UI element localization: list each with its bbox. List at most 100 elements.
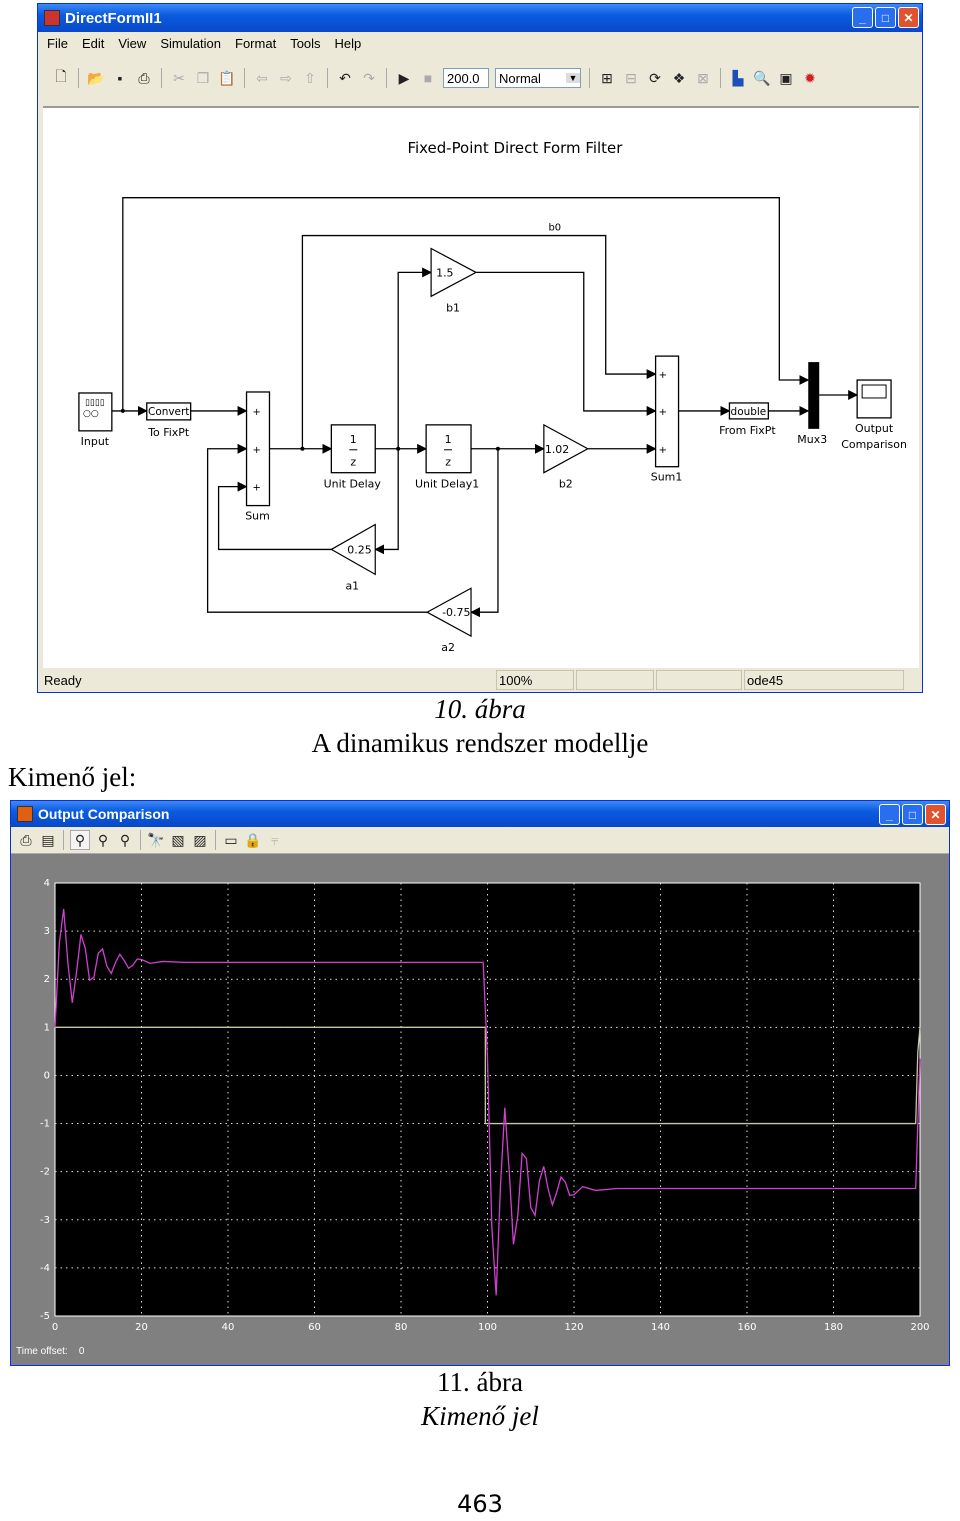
play-icon[interactable]: ▶ [395, 69, 413, 87]
menu-help[interactable]: Help [335, 36, 362, 51]
delay-numerator: 1 [445, 433, 452, 446]
menu-simulation[interactable]: Simulation [160, 36, 221, 51]
menu-format[interactable]: Format [235, 36, 276, 51]
x-tick-label: 0 [52, 1322, 58, 1333]
y-tick-label: 3 [44, 926, 50, 937]
document-page: DirectFormII1 _ □ ✕ File Edit View Simul… [0, 0, 960, 1521]
figure-11-number: 11. ábra [437, 1367, 523, 1397]
y-tick-label: 2 [44, 974, 50, 985]
sum-block[interactable]: + + + Sum [245, 391, 271, 523]
plot-area [54, 882, 921, 1317]
window-title: DirectFormII1 [65, 9, 162, 27]
refresh-icon[interactable]: ⟳ [646, 69, 664, 87]
y-tick-label: -1 [40, 1119, 50, 1130]
scope-label: Output [855, 422, 894, 435]
update-icon[interactable]: ⊟ [622, 69, 640, 87]
menu-bar: File Edit View Simulation Format Tools H… [38, 32, 922, 54]
cut-icon[interactable]: ✂ [170, 69, 188, 87]
close-button[interactable]: ✕ [898, 7, 919, 28]
time-offset-label: Time offset: [16, 1346, 68, 1357]
status-solver: ode45 [744, 670, 904, 690]
b1-label: b1 [446, 301, 460, 314]
input-block[interactable]: ▯▯▯▯○○ Input [78, 392, 113, 448]
print-icon[interactable]: ⎙ [135, 69, 153, 87]
time-offset: Time offset: 0 [16, 1346, 84, 1357]
stop-time-input[interactable]: 200.0 [443, 68, 489, 88]
delay-denominator: z [350, 456, 356, 469]
a2-gain-block[interactable]: -0.75 a2 [425, 587, 472, 654]
mux3-block[interactable]: Mux3 [797, 362, 827, 446]
convert-text: Convert [148, 406, 189, 418]
delay-denominator: z [445, 456, 451, 469]
convert-label: To FixPt [147, 426, 190, 439]
simulink-window: DirectFormII1 _ □ ✕ File Edit View Simul… [37, 3, 923, 693]
up-icon[interactable]: ⇧ [301, 69, 319, 87]
model-canvas[interactable]: Fixed-Point Direct Form Filter ▯▯▯▯ ○○ I… [43, 106, 919, 668]
unit-delay1-block[interactable]: 1 z Unit Delay1 [415, 424, 479, 491]
status-bar: Ready 100% ode45 [41, 670, 919, 690]
delay-numerator: 1 [350, 433, 357, 446]
new-icon[interactable]: 🗋 [52, 68, 70, 87]
convert-block[interactable]: Convert To FixPt [146, 402, 192, 439]
paste-icon[interactable]: 📋 [218, 69, 236, 87]
chevron-down-icon: ▼ [566, 73, 580, 83]
b2-value: 1.02 [545, 443, 569, 456]
debugger-icon[interactable]: ✹ [801, 69, 819, 87]
save-icon[interactable]: ▪ [111, 69, 129, 87]
forward-icon[interactable]: ⇨ [277, 69, 295, 87]
minimize-button[interactable]: _ [852, 7, 873, 28]
figure-11-caption: Kimenő jel [421, 1401, 539, 1431]
copy-icon[interactable]: ❐ [194, 69, 212, 87]
menu-view[interactable]: View [118, 36, 146, 51]
toolbar: 🗋 📂 ▪ ⎙ ✂ ❐ 📋 ⇦ ⇨ ⇧ ↶ ↷ ▶ ■ 200.0 Normal… [38, 60, 922, 96]
unit-delay-block[interactable]: 1 z Unit Delay [324, 424, 382, 491]
from-fixpt-block[interactable]: double From FixPt [719, 402, 776, 437]
back-icon[interactable]: ⇦ [253, 69, 271, 87]
menu-tools[interactable]: Tools [290, 36, 320, 51]
open-icon[interactable]: 📂 [87, 69, 105, 87]
y-tick-label: 4 [44, 878, 50, 889]
unit-delay-label: Unit Delay [324, 478, 382, 491]
redo-icon[interactable]: ↷ [360, 69, 378, 87]
menu-file[interactable]: File [47, 36, 68, 51]
time-offset-value: 0 [78, 1346, 85, 1357]
plus-sign: + [659, 370, 667, 381]
simulation-mode-select[interactable]: Normal ▼ [495, 68, 581, 88]
y-tick-label: 0 [44, 1070, 50, 1081]
b1-gain-block[interactable]: 1.5 b1 [430, 247, 478, 314]
build-icon[interactable]: ⊞ [598, 69, 616, 87]
sum1-label: Sum1 [651, 471, 683, 484]
unit-delay1-label: Unit Delay1 [415, 478, 479, 491]
stop-icon[interactable]: ■ [419, 69, 437, 87]
input-label: Input [81, 435, 110, 448]
x-tick-label: 80 [395, 1322, 408, 1333]
plus-sign: + [253, 483, 261, 494]
plus-sign: + [253, 407, 261, 418]
find-icon[interactable]: 🔍 [753, 69, 771, 87]
status-blank [656, 670, 742, 690]
from-fixpt-label: From FixPt [719, 424, 776, 437]
b1-value: 1.5 [436, 266, 453, 279]
undo-icon[interactable]: ↶ [336, 69, 354, 87]
sum-label: Sum [245, 510, 270, 523]
b2-label: b2 [559, 478, 573, 491]
mux3-label: Mux3 [797, 433, 827, 446]
plus-sign: + [659, 445, 667, 456]
simulation-mode-value: Normal [499, 70, 541, 86]
simulink-app-icon [44, 10, 60, 26]
figure-10-number: 10. ábra [434, 694, 526, 724]
maximize-button[interactable]: □ [875, 7, 896, 28]
sum1-block[interactable]: + + + Sum1 [651, 355, 683, 484]
status-blank [576, 670, 654, 690]
b2-gain-block[interactable]: 1.02 b2 [543, 423, 590, 491]
menu-edit[interactable]: Edit [82, 36, 104, 51]
library-icon[interactable]: ❖ [670, 69, 688, 87]
a1-gain-block[interactable]: 0.25 a1 [330, 523, 376, 593]
debug-icon[interactable]: ⊠ [694, 69, 712, 87]
scope-label: Comparison [841, 438, 907, 451]
browser-icon[interactable]: ▣ [777, 69, 795, 87]
figure-10-caption: A dinamikus rendszer modellje [311, 728, 649, 758]
scope-block[interactable]: Output Comparison [841, 379, 907, 451]
model-explorer-icon[interactable]: ▙ [729, 69, 747, 87]
scope-plot: 0 20 40 60 80 100 120 140 160 180 200 4 3 2 1 0 -1 -2 -3 -4… [40, 878, 930, 1333]
